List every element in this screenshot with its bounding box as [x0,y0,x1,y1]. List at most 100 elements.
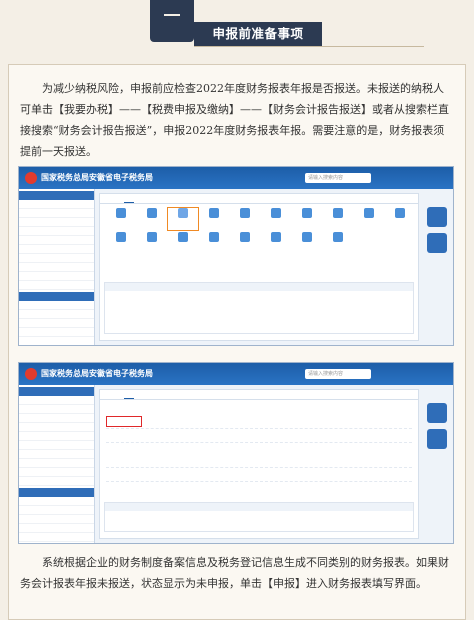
heading-divider [194,46,424,47]
sidebar-item[interactable] [19,209,94,218]
table-header [105,283,413,291]
highlight-box [106,416,142,427]
portal-title: 国家税务总局安徽省电子税务局 [41,173,153,182]
cloud-icon [333,208,343,218]
sidebar-item[interactable] [19,319,94,328]
tab[interactable] [134,194,144,203]
floating-actions [427,403,447,455]
list-item [106,415,412,429]
tab[interactable] [154,390,164,399]
service-tile[interactable] [261,232,291,254]
tab[interactable] [114,390,124,399]
service-tile[interactable] [137,208,167,230]
sidebar-item[interactable] [19,310,94,319]
section-heading: 申报前准备事项 [194,22,322,46]
portal-title: 国家税务总局安徽省电子税务局 [41,369,153,378]
service-tile[interactable] [323,208,353,230]
section-label [106,445,412,454]
document-icon [395,208,405,218]
financial-report-submit-tile[interactable] [167,207,199,231]
tab[interactable] [104,194,114,203]
portal-main-panel [99,193,419,341]
sidebar-header[interactable] [19,488,94,497]
sidebar-item[interactable] [19,328,94,337]
document-icon [147,232,157,242]
tab[interactable] [134,390,144,399]
sidebar-item[interactable] [19,405,94,414]
screenshot-financial-report-list: 国家税务总局安徽省电子税务局 请输入搜索内容 [18,362,454,544]
tab[interactable] [104,390,114,399]
portal-search-input[interactable]: 请输入搜索内容 [305,369,371,379]
sidebar-item[interactable] [19,432,94,441]
sidebar-header[interactable] [19,387,94,396]
sidebar-item[interactable] [19,477,94,486]
sidebar-item[interactable] [19,506,94,515]
sidebar-item[interactable] [19,218,94,227]
service-tile[interactable] [230,208,260,230]
service-icon-grid [100,204,418,258]
tab[interactable] [114,194,124,203]
sidebar-header[interactable] [19,191,94,200]
service-tile[interactable] [199,208,229,230]
quick-action-button[interactable] [427,403,447,423]
sidebar-item[interactable] [19,533,94,542]
tab[interactable] [144,194,154,203]
tab[interactable] [144,390,154,399]
sidebar-item[interactable] [19,200,94,209]
sidebar-item[interactable] [19,245,94,254]
document-icon [333,232,343,242]
sidebar-item[interactable] [19,441,94,450]
sidebar-item[interactable] [19,337,94,345]
tab-tax-declaration[interactable] [124,390,134,399]
sidebar-item[interactable] [19,281,94,290]
sidebar-item[interactable] [19,272,94,281]
service-tile[interactable] [199,232,229,254]
sidebar-item[interactable] [19,450,94,459]
sidebar-item[interactable] [19,542,94,543]
sidebar-item[interactable] [19,515,94,524]
portal-tabs [100,194,418,204]
floating-actions [427,207,447,259]
sidebar-item[interactable] [19,254,94,263]
list-item [106,429,412,443]
sidebar-item[interactable] [19,396,94,405]
quick-action-button[interactable] [427,233,447,253]
service-tile[interactable] [137,232,167,254]
quick-action-button[interactable] [427,429,447,449]
sidebar-item[interactable] [19,468,94,477]
sidebar-item[interactable] [19,497,94,506]
document-icon [271,208,281,218]
tab-tax-declaration[interactable] [124,194,134,203]
service-tile[interactable] [292,208,322,230]
service-tile[interactable] [261,208,291,230]
service-tile[interactable] [354,208,384,230]
sidebar-item[interactable] [19,459,94,468]
sidebar-item[interactable] [19,524,94,533]
portal-tabs [100,390,418,400]
sidebar-item[interactable] [19,236,94,245]
portal-search-input[interactable]: 请输入搜索内容 [305,173,371,183]
sidebar-item[interactable] [19,301,94,310]
sidebar-item[interactable] [19,263,94,272]
service-tile[interactable] [106,208,136,230]
service-tile[interactable] [106,232,136,254]
service-tile[interactable] [230,232,260,254]
service-tile[interactable] [292,232,322,254]
top-decoration: 申报前准备事项 [0,0,474,50]
record-table [104,502,414,532]
service-tile[interactable] [168,232,198,254]
sidebar-header[interactable] [19,292,94,301]
section-label [106,406,412,415]
declaration-list [100,400,418,486]
portal-header: 国家税务总局安徽省电子税务局 请输入搜索内容 [19,167,453,189]
portal-main-panel [99,389,419,539]
document-icon [364,208,374,218]
service-tile[interactable] [385,208,415,230]
list-item [106,454,412,468]
service-tile[interactable] [323,232,353,254]
document-icon [147,208,157,218]
quick-action-button[interactable] [427,207,447,227]
sidebar-item[interactable] [19,414,94,423]
sidebar-item[interactable] [19,423,94,432]
sidebar-item[interactable] [19,227,94,236]
